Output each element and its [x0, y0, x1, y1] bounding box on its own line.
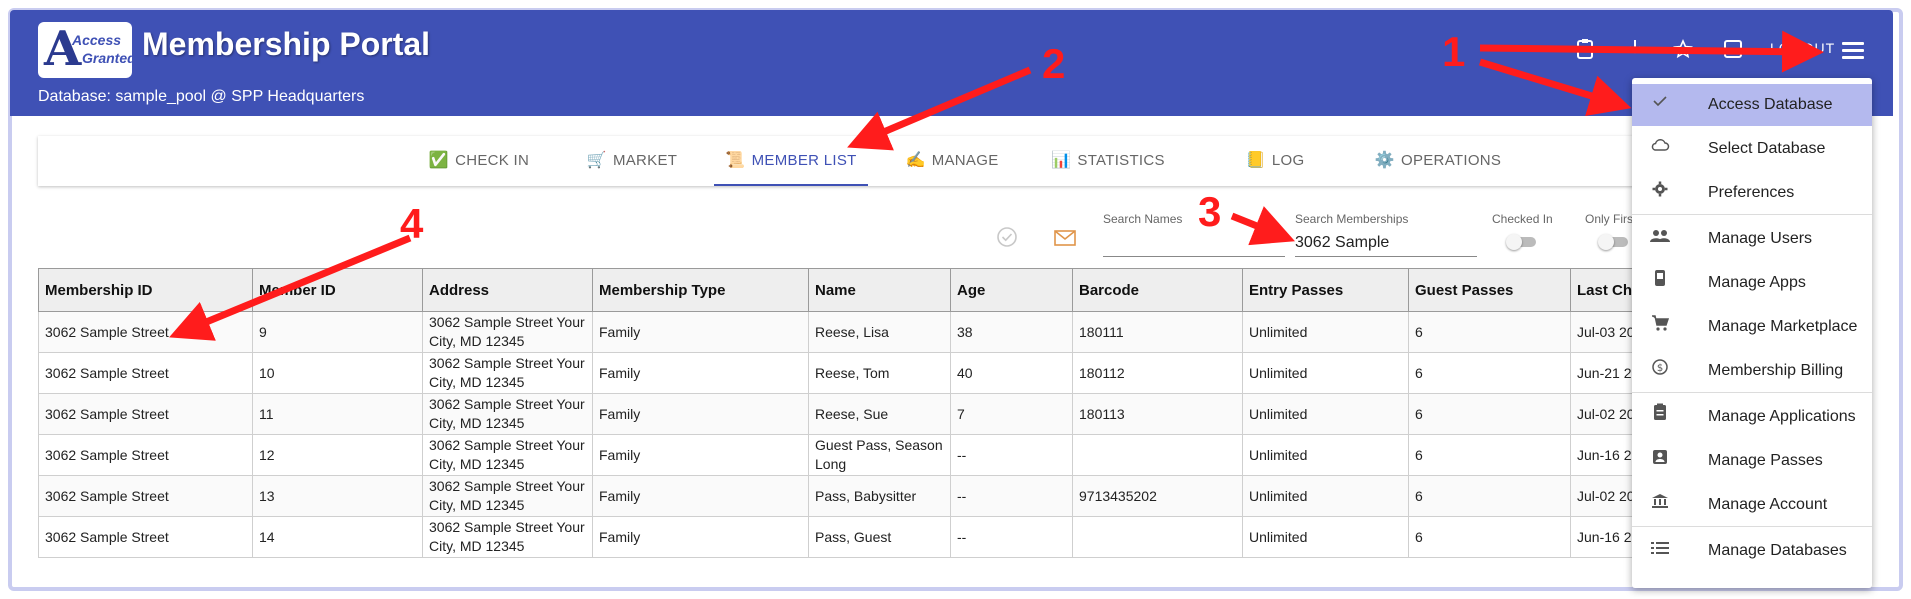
annotation-arrows [169, 30, 1824, 341]
arrow-3 [1230, 206, 1295, 246]
annotation-number: 3 [1198, 188, 1222, 235]
arrow-2 [847, 66, 1032, 151]
annotation-number: 1 [1442, 28, 1466, 75]
arrow-4 [169, 234, 412, 341]
arrow-1a [1479, 30, 1824, 73]
annotation-number: 4 [400, 200, 424, 247]
annotation-number: 2 [1042, 40, 1066, 87]
arrow-1b [1478, 58, 1632, 116]
